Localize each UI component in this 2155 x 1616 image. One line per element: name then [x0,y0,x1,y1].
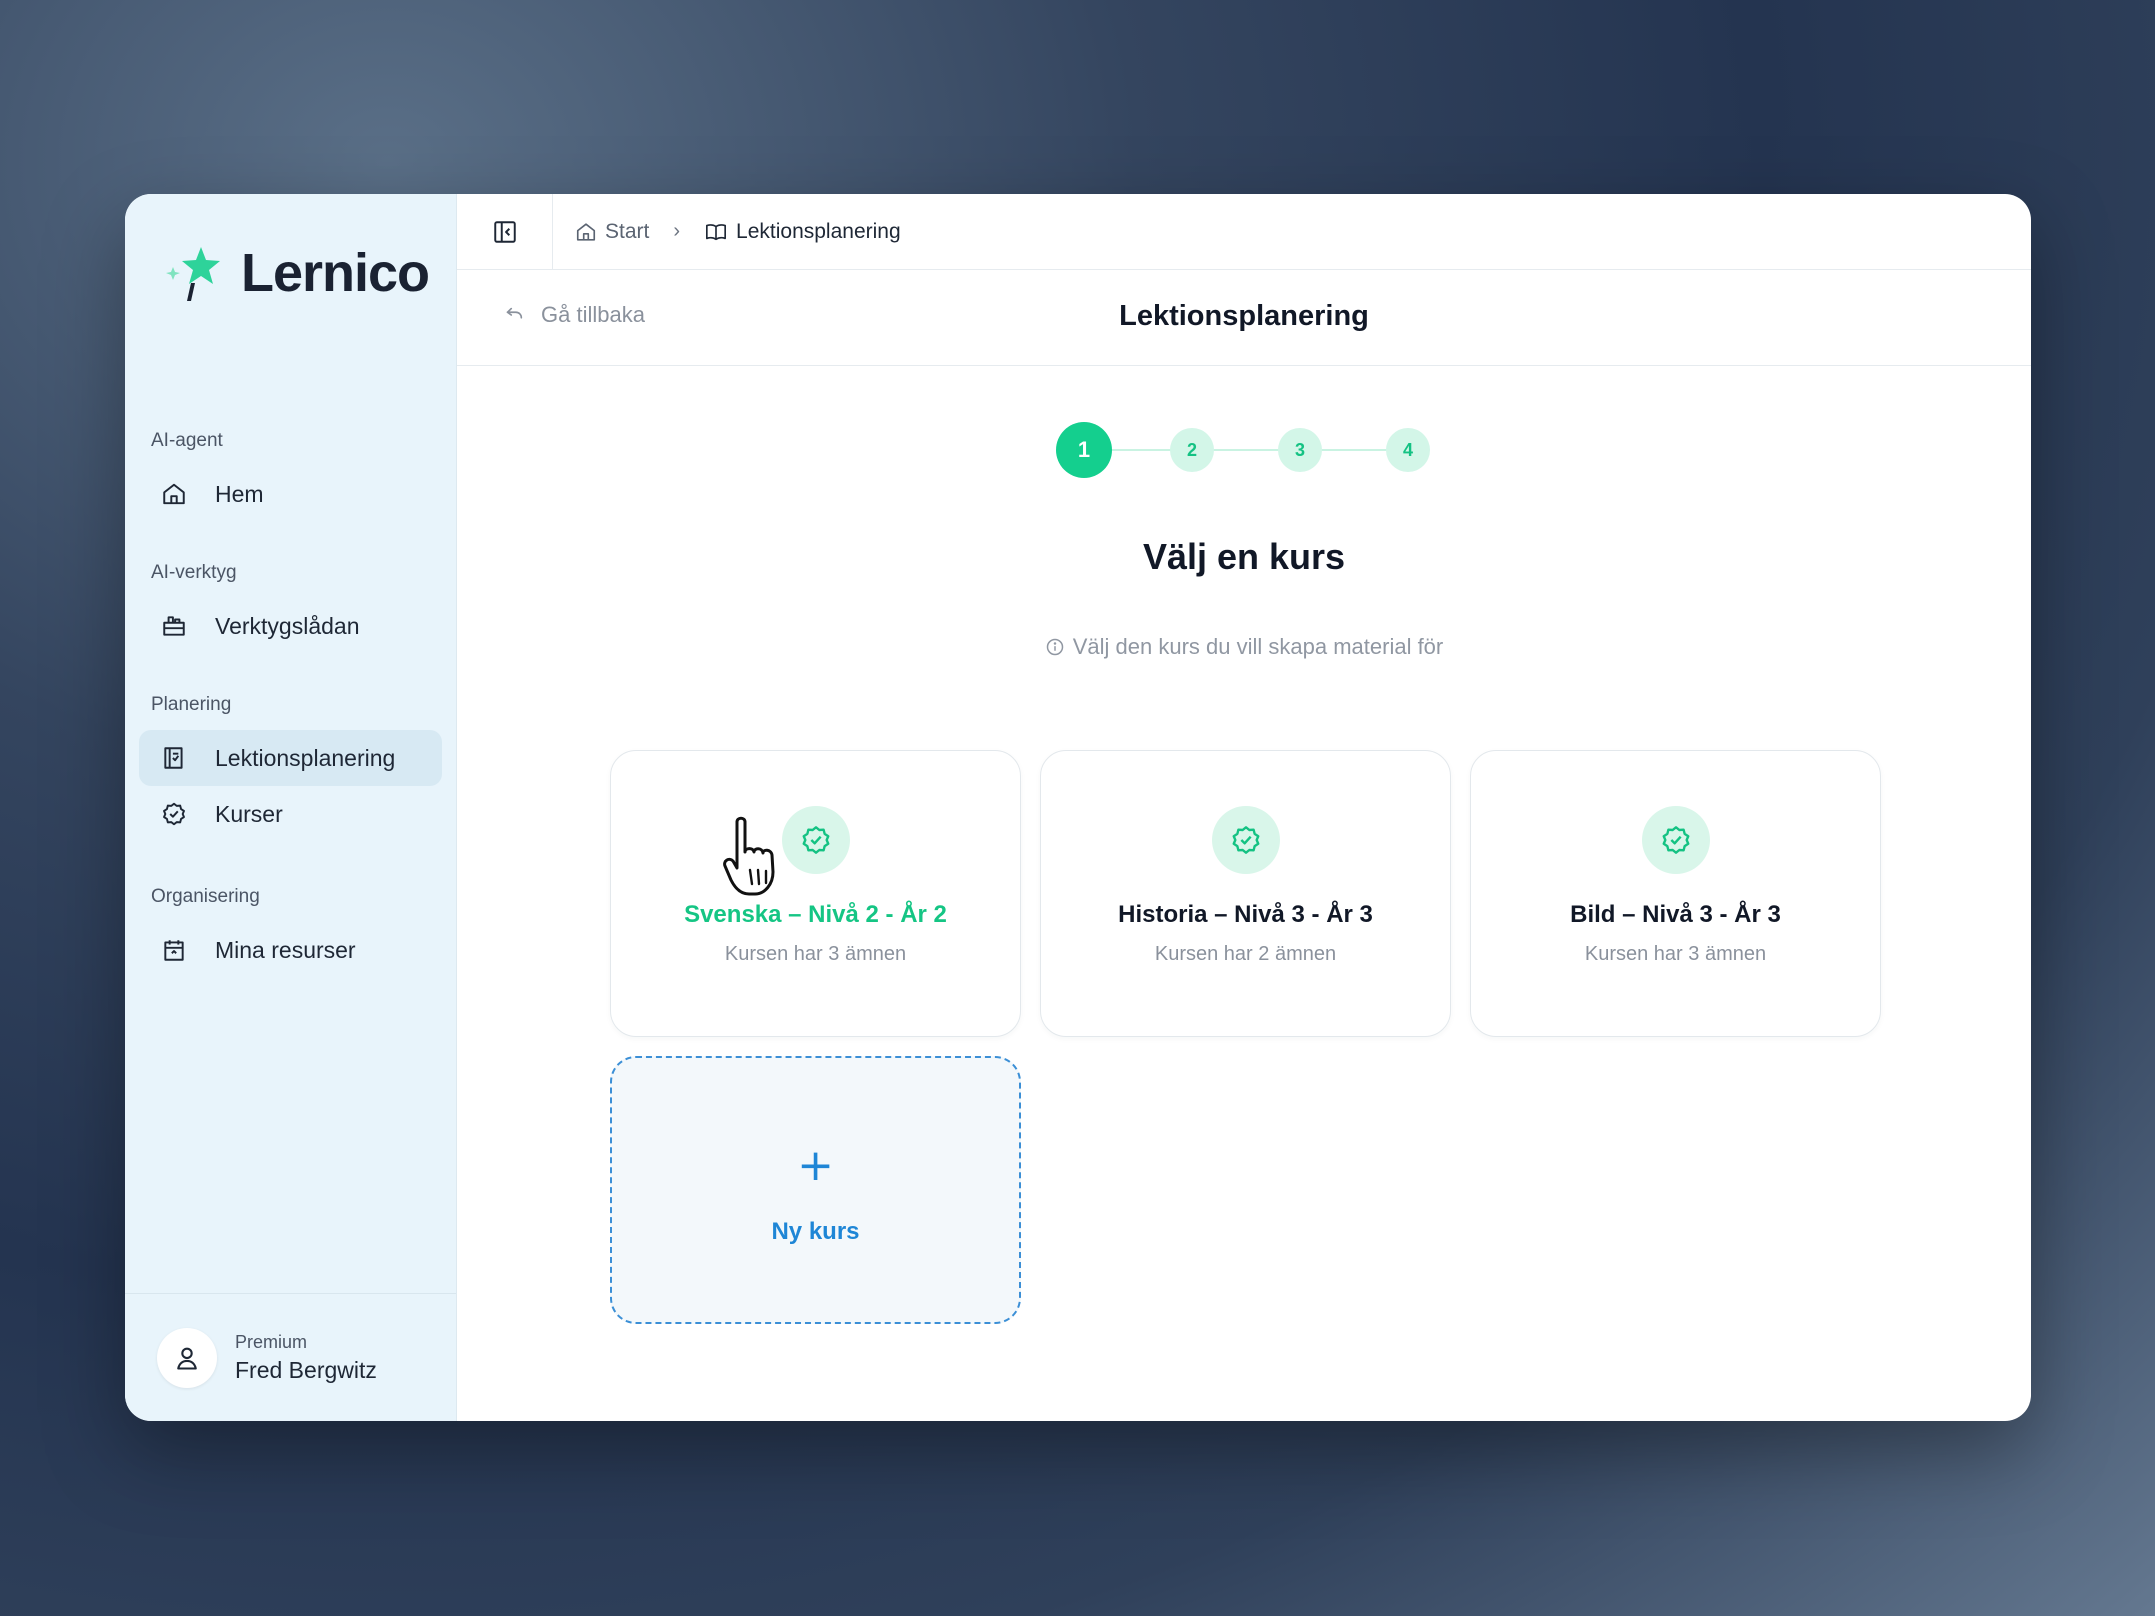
avatar[interactable] [157,1327,217,1388]
course-card-bild[interactable]: Bild – Nivå 3 - År 3 Kursen har 3 ämnen [1470,750,1881,1037]
chevron-right-icon: › [673,220,681,242]
badge-check-icon [802,826,830,854]
hint-text: Välj den kurs du vill skapa material för [457,634,2031,660]
section-label: Planering [151,694,232,715]
sidebar-item-verktygsladan[interactable]: Verktygslådan [139,598,442,654]
hand-pointer-cursor-icon [723,816,775,896]
book-open-icon [706,223,727,240]
toolbox-icon [159,611,189,641]
logo-text: Lernico [241,243,430,303]
stepper: 1 2 3 4 [457,422,2031,478]
logo-sparkle-icon [166,247,220,301]
breadcrumb-current: Lektionsplanering [704,220,901,244]
logo[interactable]: Lernico [165,242,430,304]
nav-section-planering: Planering Lektionsplanering Kurser [125,694,456,842]
sidebar-item-mina-resurser[interactable]: Mina resurser [139,922,442,978]
sidebar-item-label: Kurser [215,800,283,827]
user-profile[interactable]: Premium Fred Bergwitz [125,1293,456,1421]
course-name: Bild – Nivå 3 - År 3 [1570,901,1781,928]
course-card-historia[interactable]: Historia – Nivå 3 - År 3 Kursen har 2 äm… [1040,750,1451,1037]
breadcrumb-start[interactable]: Start [575,220,649,244]
section-label: Organisering [151,886,260,907]
plus-icon: + [797,1140,834,1191]
main-content: Start › Lektionsplanering Gå tillbaka Le… [457,194,2031,1421]
nav-section-organisering: Organisering Mina resurser [125,886,456,978]
topbar: Start › Lektionsplanering [457,194,2031,270]
course-card-svenska[interactable]: Svenska – Nivå 2 - År 2 Kursen har 3 ämn… [610,750,1021,1037]
nav-section-ai-agent: AI-agent Hem [125,430,456,522]
section-label: AI-agent [151,430,223,451]
home-icon [159,479,189,509]
info-icon [1046,638,1063,656]
new-course-label: Ny kurs [771,1218,860,1245]
section-label: AI-verktyg [151,562,237,583]
sidebar-item-lektionsplanering[interactable]: Lektionsplanering [139,730,442,786]
breadcrumb: Start › Lektionsplanering [553,220,901,244]
sidebar: Lernico AI-agent Hem AI-verktyg Verktygs… [125,194,457,1421]
sidebar-collapse-icon [493,220,516,243]
course-badge [1642,806,1710,874]
course-subtitle: Kursen har 2 ämnen [1154,943,1337,965]
user-plan: Premium [235,1331,308,1352]
course-name: Svenska – Nivå 2 - År 2 [684,901,947,928]
sidebar-item-label: Hem [215,480,264,507]
page-title: Lektionsplanering [1119,300,1369,332]
step-3[interactable]: 3 [1278,428,1322,472]
user-icon [177,1347,197,1370]
home-icon [576,222,596,241]
lesson-plan-icon [159,743,189,773]
user-name: Fred Bergwitz [235,1356,377,1383]
sidebar-toggle-button[interactable] [457,194,553,270]
sidebar-item-label: Verktygslådan [215,612,360,639]
step-4[interactable]: 4 [1386,428,1430,472]
course-name: Historia – Nivå 3 - År 3 [1118,901,1373,928]
step-2[interactable]: 2 [1170,428,1214,472]
subheader: Gå tillbaka Lektionsplanering [457,270,2031,366]
section-heading: Välj en kurs [1142,536,1346,577]
course-subtitle: Kursen har 3 ämnen [724,943,907,965]
badge-check-icon [1662,826,1690,854]
course-subtitle: Kursen har 3 ämnen [1584,943,1767,965]
app-window: Lernico AI-agent Hem AI-verktyg Verktygs… [125,194,2031,1421]
sidebar-item-kurser[interactable]: Kurser [139,786,442,842]
step-connector [1084,449,1410,451]
sidebar-item-label: Lektionsplanering [215,744,396,771]
breadcrumb-label: Lektionsplanering [736,219,901,243]
hint-label: Välj den kurs du vill skapa material för [1072,634,1444,659]
course-badge [1212,806,1280,874]
step-1[interactable]: 1 [1056,422,1112,478]
step-track: 1 2 3 4 [1056,422,1432,478]
breadcrumb-label: Start [605,219,650,243]
badge-check-icon [1232,826,1260,854]
sidebar-item-hem[interactable]: Hem [139,466,442,522]
nav-section-ai-verktyg: AI-verktyg Verktygslådan [125,562,456,654]
sidebar-item-label: Mina resurser [215,936,356,963]
new-course-card[interactable]: + Ny kurs [610,1056,1021,1324]
calendar-icon [159,935,189,965]
badge-check-icon [159,799,189,829]
